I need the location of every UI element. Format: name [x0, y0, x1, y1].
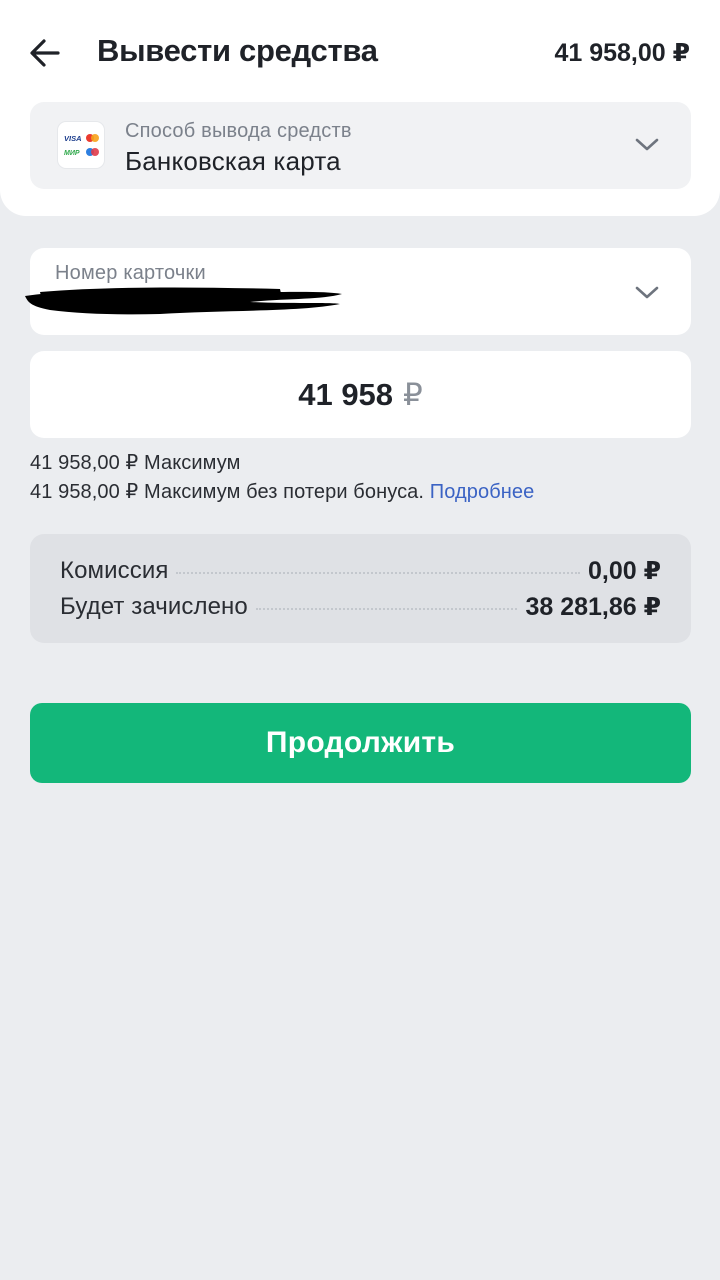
summary-panel: Комиссия 0,00 ₽ Будет зачислено 38 281,8… [30, 534, 691, 643]
more-info-link[interactable]: Подробнее [430, 481, 535, 503]
method-label: Способ вывода средств [125, 120, 352, 142]
card-number-label: Номер карточки [55, 262, 206, 284]
dotted-leader [176, 572, 580, 574]
chevron-down-icon [635, 138, 659, 151]
credited-label: Будет зачислено [60, 593, 248, 620]
credited-value: 38 281,86 ₽ [525, 593, 661, 621]
arrow-left-icon[interactable] [28, 36, 62, 70]
amount-value: 41 958 [298, 376, 394, 412]
method-value: Банковская карта [125, 146, 341, 176]
max-without-bonus-hint: 41 958,00 ₽ Максимум без потери бонуса. … [30, 479, 534, 504]
mir-logo-text: МИР [64, 150, 80, 157]
commission-label: Комиссия [60, 557, 169, 584]
visa-logo-text: VISA [64, 134, 82, 143]
chevron-down-icon [635, 286, 659, 299]
withdrawal-method-select[interactable]: VISA МИР Способ вывода средств Банковска… [30, 102, 691, 189]
credited-row: Будет зачислено 38 281,86 ₽ [60, 590, 661, 624]
mir-icon: МИР [64, 148, 99, 157]
continue-button[interactable]: Продолжить [30, 703, 691, 783]
amount-input[interactable]: 41 958 ₽ [30, 351, 691, 438]
header: Вывести средства 41 958,00 ₽ [0, 0, 720, 104]
redacted-card-number [25, 287, 342, 315]
page-title: Вывести средства [97, 33, 378, 68]
visa-mastercard-icon: VISA [64, 134, 99, 143]
back-button[interactable] [22, 30, 68, 76]
dotted-leader [255, 608, 518, 610]
max-amount-hint: 41 958,00 ₽ Максимум [30, 452, 241, 474]
commission-row: Комиссия 0,00 ₽ [60, 554, 661, 588]
card-number-select[interactable]: Номер карточки [25, 248, 691, 335]
balance-amount: 41 958,00 ₽ [554, 39, 690, 67]
max-without-bonus-text: 41 958,00 ₽ Максимум без потери бонуса. [30, 481, 430, 503]
commission-value: 0,00 ₽ [588, 557, 661, 585]
amount-currency: ₽ [403, 376, 423, 412]
payment-systems-logo: VISA МИР [58, 122, 104, 168]
